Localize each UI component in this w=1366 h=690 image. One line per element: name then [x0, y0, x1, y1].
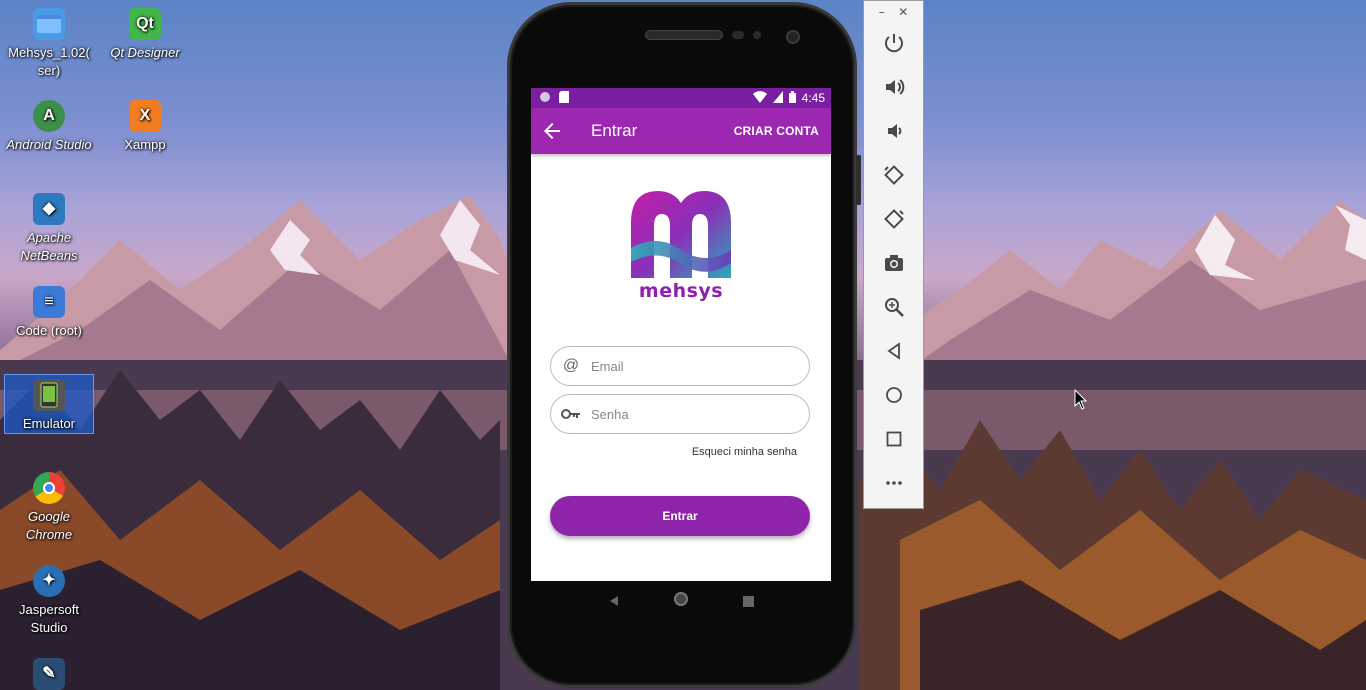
desktop-icon-label: Google Chrome: [25, 509, 73, 542]
jaspersoft-icon: ✦: [33, 565, 65, 597]
volume-up-icon[interactable]: [879, 72, 909, 102]
app-icon: ✎: [33, 658, 65, 690]
sd-card-icon: [559, 90, 569, 106]
earpiece-speaker: [645, 30, 723, 40]
power-icon[interactable]: [879, 28, 909, 58]
app-bar: Entrar CRIAR CONTA: [531, 108, 831, 154]
desktop-icon-xampp[interactable]: X Xampp: [100, 100, 190, 154]
battery-icon: [788, 90, 796, 106]
chrome-icon: [33, 472, 65, 504]
qt-designer-icon: Qt: [129, 8, 161, 40]
volume-down-icon[interactable]: [879, 116, 909, 146]
key-icon: [561, 404, 581, 424]
nav-overview-icon[interactable]: [743, 592, 755, 611]
nav-back-icon[interactable]: [608, 592, 620, 611]
desktop-icon-code[interactable]: ≡ Code (root): [4, 286, 94, 340]
desktop-icon-label: Xampp: [124, 137, 166, 152]
close-button[interactable]: ✕: [898, 5, 908, 19]
emulator-icon: [33, 379, 65, 411]
more-icon[interactable]: [879, 468, 909, 498]
mouse-cursor-icon: [1074, 389, 1088, 410]
logo-text: mehsys: [638, 280, 724, 302]
back-icon[interactable]: [879, 336, 909, 366]
password-field[interactable]: Senha: [550, 394, 810, 434]
rotate-left-icon[interactable]: [879, 160, 909, 190]
desktop-icon-qt-designer[interactable]: Qt Qt Designer: [100, 8, 190, 62]
minimize-button[interactable]: –: [879, 5, 885, 19]
app-bar-title: Entrar: [591, 121, 638, 140]
nav-home-icon[interactable]: [673, 591, 689, 611]
desktop-icon-label: Apache NetBeans: [20, 230, 78, 263]
home-icon[interactable]: [879, 380, 909, 410]
desktop-icon-label: Android Studio: [6, 137, 92, 152]
desktop-icon-mehsys[interactable]: Mehsys_1.02( ser): [4, 8, 94, 80]
password-placeholder: Senha: [591, 406, 629, 422]
status-bar: 4:45: [531, 88, 831, 108]
phone-screen: 4:45 Entrar CRIAR CONTA mehsys @ Email S…: [531, 88, 831, 581]
notification-icon: [539, 91, 551, 106]
netbeans-icon: ◆: [33, 193, 65, 225]
desktop-icon-label: Mehsys_1.02( ser): [8, 45, 90, 78]
zoom-icon[interactable]: [879, 292, 909, 322]
desktop-icon-netbeans[interactable]: ◆ Apache NetBeans: [4, 193, 94, 265]
sensor: [732, 31, 744, 39]
navigation-bar: [531, 581, 831, 621]
desktop-icon-label: Qt Designer: [110, 45, 180, 60]
desktop-icon-emulator[interactable]: Emulator: [4, 374, 94, 434]
create-account-button[interactable]: CRIAR CONTA: [734, 124, 819, 138]
emulator-toolbar: – ✕: [863, 0, 924, 509]
forgot-password-link[interactable]: Esqueci minha senha: [692, 446, 797, 458]
desktop-icon-chrome[interactable]: Google Chrome: [4, 472, 94, 544]
desktop-icon-jaspersoft[interactable]: ✦ Jaspersoft Studio: [4, 565, 94, 637]
login-button[interactable]: Entrar: [550, 496, 810, 536]
android-studio-icon: A: [33, 100, 65, 132]
toolbar-window-controls: – ✕: [864, 1, 923, 23]
overview-icon[interactable]: [879, 424, 909, 454]
power-side-button[interactable]: [856, 155, 861, 205]
desktop-icon-label: Jaspersoft Studio: [19, 602, 79, 635]
clock: 4:45: [801, 91, 825, 105]
android-phone-frame: 4:45 Entrar CRIAR CONTA mehsys @ Email S…: [507, 2, 861, 688]
desktop-icon-android-studio[interactable]: A Android Studio: [4, 100, 94, 154]
desktop-icon-label: Code (root): [16, 323, 82, 338]
at-sign-icon: @: [562, 357, 580, 374]
desktop-icon-partial[interactable]: ✎: [4, 658, 94, 690]
signal-icon: [772, 90, 783, 106]
front-camera: [786, 30, 800, 44]
email-field[interactable]: @ Email: [550, 346, 810, 386]
rotate-right-icon[interactable]: [879, 204, 909, 234]
code-icon: ≡: [33, 286, 65, 318]
xampp-icon: X: [129, 100, 161, 132]
back-arrow-icon[interactable]: [543, 120, 565, 142]
folder-icon: [33, 8, 65, 40]
sensor: [753, 31, 761, 39]
wifi-icon: [752, 90, 767, 106]
camera-icon[interactable]: [879, 248, 909, 278]
mehsys-logo: mehsys: [628, 188, 734, 306]
email-placeholder: Email: [591, 358, 624, 374]
desktop-icon-label: Emulator: [22, 416, 76, 431]
